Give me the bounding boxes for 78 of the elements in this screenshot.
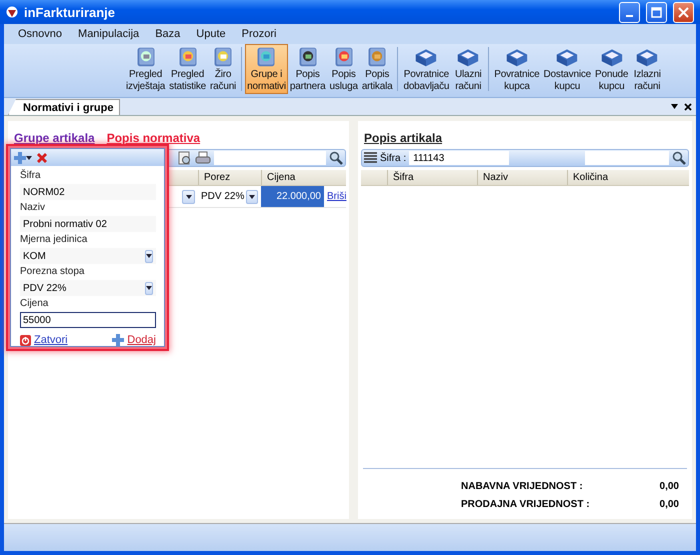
input-field[interactable]: NORM02: [20, 184, 156, 200]
maximize-icon: [651, 6, 662, 18]
add-menu-button[interactable]: [14, 152, 32, 164]
search-field[interactable]: [214, 151, 326, 165]
dropdown-icon[interactable]: [671, 104, 678, 109]
delete-link[interactable]: Briši: [327, 191, 346, 202]
menu-item[interactable]: Osnovno: [10, 28, 70, 40]
maximize-button[interactable]: [646, 2, 667, 22]
column-header: Šifra: [387, 170, 477, 185]
menu-item[interactable]: Baza: [147, 28, 188, 40]
total-value: 0,00: [660, 480, 679, 492]
search-icon: [329, 151, 343, 165]
select-field[interactable]: PDV 22%: [20, 280, 156, 296]
field-label: Cijena: [20, 298, 50, 310]
input-field[interactable]: 55000: [20, 312, 156, 328]
field-label: Naziv: [20, 202, 46, 214]
add-link[interactable]: Dodaj: [112, 334, 156, 346]
close-link[interactable]: Zatvori: [20, 334, 68, 346]
close-icon[interactable]: [684, 102, 692, 110]
price-cell: 22.000,00: [261, 186, 324, 207]
caret-icon: [186, 194, 192, 198]
toolbar-button[interactable]: Popis partnera: [288, 44, 328, 94]
menu-item[interactable]: Upute: [188, 28, 234, 40]
search-field[interactable]: 111143: [409, 151, 510, 165]
caret-icon: [249, 194, 256, 198]
plus-icon: [14, 152, 26, 164]
field-label: Šifra: [20, 170, 42, 182]
search-button[interactable]: [672, 151, 686, 165]
field-label: Porezna stopa: [20, 266, 86, 278]
input-field[interactable]: Probni normativ 02: [20, 216, 156, 232]
toolbar-button[interactable]: Izlazni računi: [630, 44, 664, 94]
total-value: 0,00: [660, 498, 679, 510]
toolbar-button[interactable]: Povratnice kupca: [492, 44, 542, 94]
toolbar-button[interactable]: Grupe i normativi: [245, 44, 288, 94]
toolbar-button[interactable]: Povratnice dobavljaču: [401, 44, 452, 94]
toolbar-button[interactable]: Ulazni računi: [451, 44, 486, 94]
app-icon: [6, 6, 18, 18]
field-label: Šifra :: [380, 152, 406, 164]
close-icon: [678, 6, 689, 18]
toolbar-button[interactable]: Ponude kupcu: [593, 44, 630, 94]
panel-title: Popis artikala: [363, 131, 444, 147]
toolbar-button[interactable]: Žiro računi: [208, 44, 238, 94]
toolbar-button[interactable]: Pregled statistike: [167, 44, 208, 94]
section-link[interactable]: Grupe artikala: [14, 131, 95, 145]
toolbar-button[interactable]: Popis usluga: [328, 44, 360, 94]
minimize-button[interactable]: [619, 2, 640, 22]
caret-icon: [146, 254, 152, 258]
minimize-icon: [626, 15, 633, 17]
toolbar-button[interactable]: Popis artikala: [360, 44, 394, 94]
column-header: Porez: [198, 170, 261, 185]
section-link[interactable]: Popis normativa: [106, 131, 200, 145]
total-label: NABAVNA VRIJEDNOST :: [461, 480, 584, 492]
dropdown-button[interactable]: [246, 190, 258, 204]
print-preview-icon[interactable]: [177, 150, 192, 166]
column-header: Naziv: [477, 170, 567, 185]
table-cell: PDV 22%: [201, 191, 244, 202]
caret-icon: [26, 156, 32, 160]
plus-icon: [112, 334, 124, 346]
delete-icon: [36, 152, 48, 164]
column-header: Količina: [567, 170, 657, 185]
select-field[interactable]: KOM: [20, 248, 156, 264]
toolbar-button[interactable]: Dostavnice kupcu: [542, 44, 593, 94]
dropdown-button[interactable]: [182, 190, 195, 204]
tab[interactable]: Normativi i grupe: [8, 99, 120, 115]
total-label: PRODAJNA VRIJEDNOST :: [461, 498, 591, 510]
caret-icon: [146, 286, 152, 290]
field-label: Mjerna jedinica: [20, 234, 88, 246]
search-field[interactable]: [585, 151, 669, 165]
window-title: inFarkturiranje: [24, 4, 116, 20]
close-button[interactable]: [673, 2, 694, 22]
search-button[interactable]: [329, 151, 343, 165]
column-header: Cijena: [261, 170, 324, 185]
menu-item[interactable]: Prozori: [234, 28, 284, 40]
search-icon: [672, 151, 686, 165]
list-icon[interactable]: [364, 152, 377, 164]
menu-item[interactable]: Manipulacija: [70, 28, 148, 40]
delete-button[interactable]: [36, 152, 48, 164]
toolbar-button[interactable]: Pregled izvještaja: [124, 44, 168, 94]
